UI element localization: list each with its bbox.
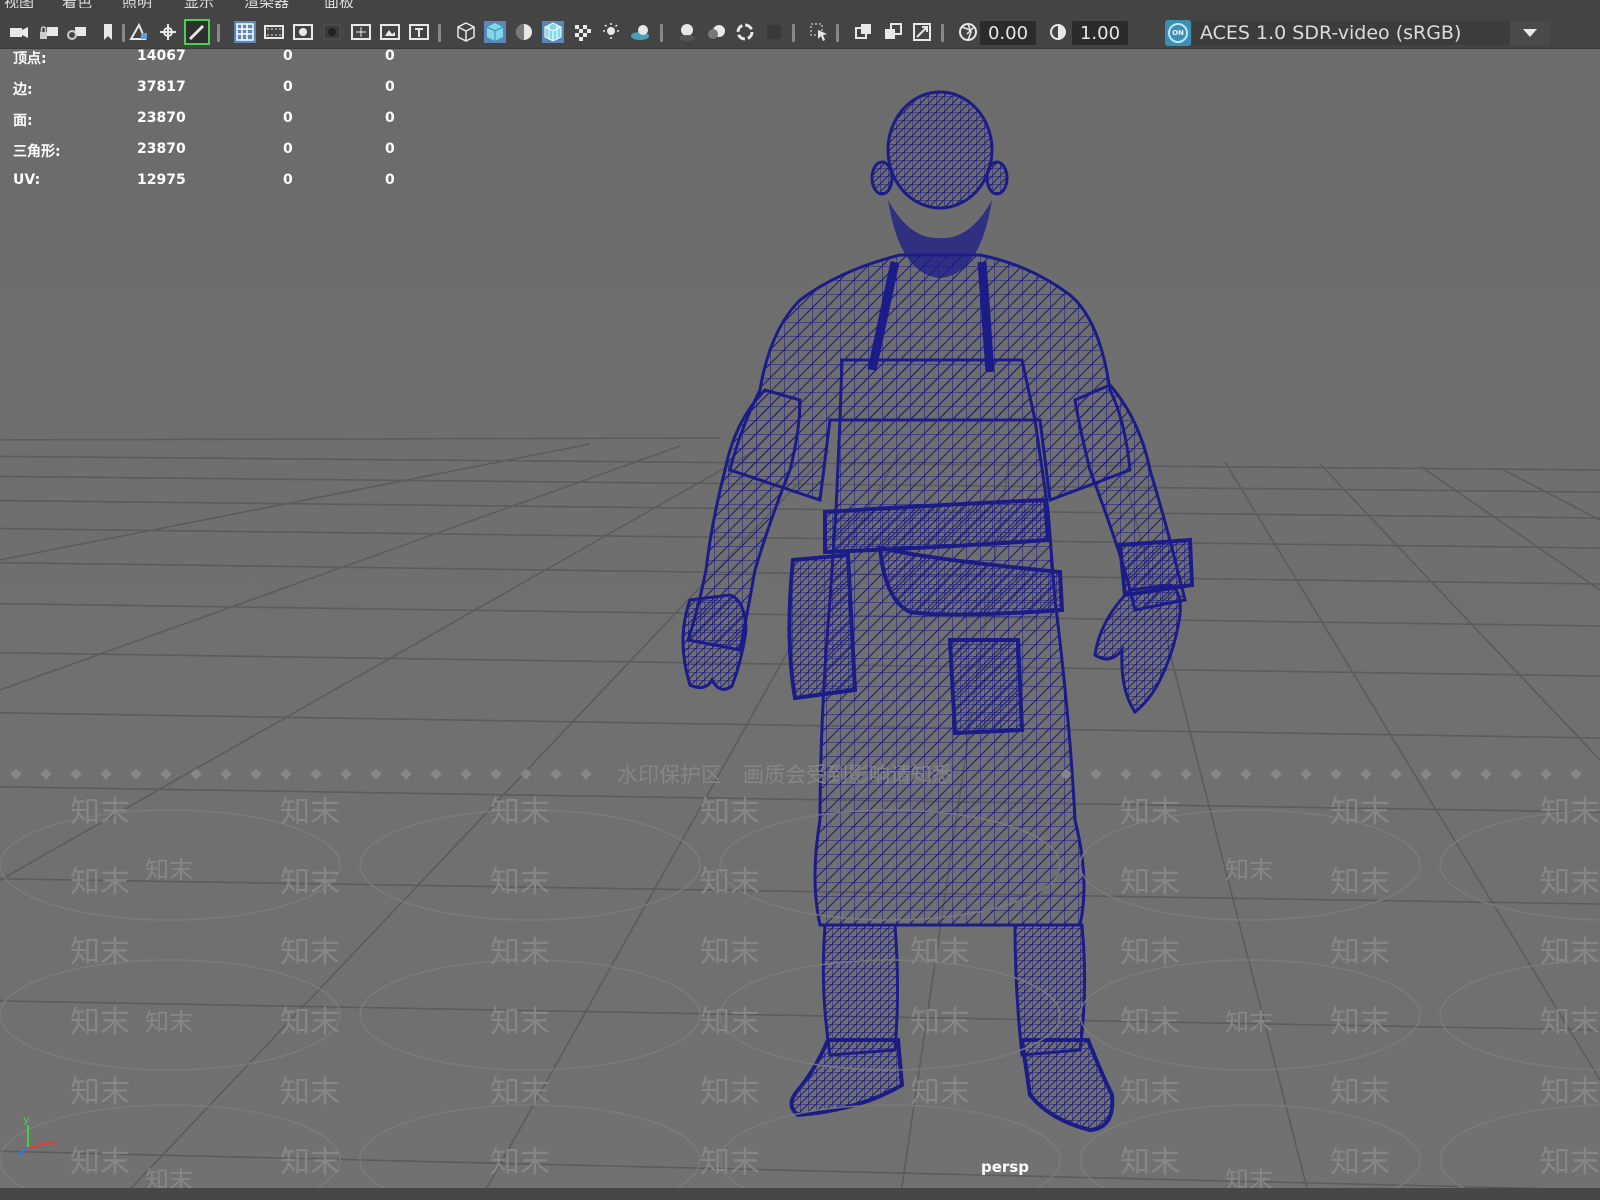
watermark-tile: 知末	[1225, 856, 1273, 884]
watermark-tile: 知末	[1120, 865, 1180, 900]
hud-label: UV:	[13, 172, 41, 188]
hud-value: 0	[385, 141, 395, 157]
hud-label: 顶点:	[13, 51, 47, 67]
watermark-tile: 知末	[145, 1008, 193, 1036]
hud-value: 0	[283, 141, 293, 157]
watermark-tile: 知末	[1120, 1145, 1180, 1180]
watermark-tile: 知末	[1330, 1145, 1390, 1180]
watermark-tile: 知末	[700, 1005, 760, 1040]
watermark-tile: 知末	[490, 935, 550, 970]
watermark-tile: 知末	[1540, 1005, 1600, 1040]
watermark-tile: 知末	[490, 1005, 550, 1040]
watermark-tile: 知末	[280, 795, 340, 830]
hud-row-vertices: 顶点: 14067 0 0	[13, 48, 413, 68]
mesh-hand-left	[1093, 583, 1182, 715]
hud-label: 边:	[13, 82, 33, 98]
hud-value: 23870	[137, 141, 186, 157]
hud-value: 14067	[137, 48, 186, 64]
mesh-head	[886, 90, 994, 210]
watermark-overlay: 水印保护区 画质会受到影响请知悉 知末 知末 知末 知末 知末 知末 知末 知末…	[0, 763, 1600, 1200]
watermark-tile: 知末	[1120, 795, 1180, 830]
hud-label: 面:	[13, 113, 33, 129]
watermark-tile: 知末	[910, 935, 970, 970]
maya-viewport-window: 视图 着色 照明 显示 渲染器 面板	[0, 0, 1600, 1200]
hud-value: 12975	[137, 172, 186, 188]
watermark-tile: 知末	[700, 1145, 760, 1180]
watermark-tile: 知末	[1225, 1008, 1273, 1036]
watermark-tile: 知末	[1330, 1005, 1390, 1040]
watermark-tile: 知末	[145, 856, 193, 884]
hud-label: 三角形:	[13, 144, 61, 160]
axis-y-label: y	[23, 1113, 30, 1126]
watermark-tile: 知末	[910, 1005, 970, 1040]
watermark-tile: 知末	[700, 795, 760, 830]
watermark-tile: 知末	[280, 935, 340, 970]
hud-value: 0	[385, 79, 395, 95]
view-axis-gizmo: y x	[17, 1113, 57, 1156]
watermark-tile: 知末	[70, 865, 130, 900]
watermark-tile: 知末	[1540, 935, 1600, 970]
mesh-boot-right	[789, 1038, 905, 1118]
watermark-tile: 知末	[70, 795, 130, 830]
hud-row-triangles: 三角形: 23870 0 0	[13, 141, 413, 161]
mesh-ear-left	[985, 160, 1009, 196]
mesh-boot-left	[1019, 1038, 1115, 1133]
watermark-tile: 知末	[700, 935, 760, 970]
watermark-tile: 知末	[490, 865, 550, 900]
watermark-tile: 知末	[700, 865, 760, 900]
camera-name-label: persp	[981, 1158, 1029, 1176]
watermark-tile: 知末	[1330, 1075, 1390, 1110]
watermark-tile: 知末	[280, 1075, 340, 1110]
watermark-tile: 知末	[910, 1075, 970, 1110]
watermark-tile: 知末	[1540, 1075, 1600, 1110]
hud-row-edges: 边: 37817 0 0	[13, 79, 413, 99]
watermark-tile: 知末	[490, 1075, 550, 1110]
watermark-tile: 知末	[280, 1145, 340, 1180]
watermark-tile: 知末	[1540, 1145, 1600, 1180]
watermark-tile: 知末	[280, 1005, 340, 1040]
watermark-tile: 知末	[1120, 1075, 1180, 1110]
watermark-tile: 知末	[70, 1145, 130, 1180]
axis-x-label: x	[50, 1136, 57, 1149]
hud-value: 0	[283, 110, 293, 126]
mesh-leg-right	[821, 923, 899, 1057]
watermark-tile: 知末	[1120, 935, 1180, 970]
viewport-bottom-border	[0, 1188, 1600, 1200]
hud-value: 0	[385, 172, 395, 188]
hud-value: 0	[283, 172, 293, 188]
watermark-tile: 知末	[700, 1075, 760, 1110]
watermark-tile: 知末	[1120, 1005, 1180, 1040]
watermark-tile: 知末	[70, 1005, 130, 1040]
hud-value: 0	[283, 79, 293, 95]
mesh-leg-left	[1013, 923, 1087, 1057]
hud-value: 0	[283, 48, 293, 64]
watermark-tile: 知末	[1330, 795, 1390, 830]
mesh-pocket	[947, 638, 1025, 736]
character-wireframe-mesh[interactable]	[681, 90, 1195, 1133]
axis-x-line	[27, 1141, 53, 1149]
watermark-tile: 知末	[490, 795, 550, 830]
watermark-banner: 水印保护区 画质会受到影响请知悉	[617, 763, 953, 787]
hud-value: 0	[385, 48, 395, 64]
hud-row-faces: 面: 23870 0 0	[13, 110, 413, 130]
watermark-tile: 知末	[70, 935, 130, 970]
mesh-pouch	[787, 552, 858, 701]
hud-value: 23870	[137, 110, 186, 126]
hud-value: 0	[385, 110, 395, 126]
hud-value: 37817	[137, 79, 186, 95]
watermark-tile: 知末	[1330, 935, 1390, 970]
watermark-tile: 知末	[1540, 865, 1600, 900]
mesh-ear-right	[870, 160, 894, 196]
watermark-tile: 知末	[1330, 865, 1390, 900]
hud-row-uvs: UV: 12975 0 0	[13, 172, 413, 192]
watermark-tile: 知末	[490, 1145, 550, 1180]
watermark-tile: 知末	[70, 1075, 130, 1110]
watermark-tile: 知末	[280, 865, 340, 900]
watermark-tile: 知末	[1540, 795, 1600, 830]
mesh-hand-right	[681, 593, 748, 691]
